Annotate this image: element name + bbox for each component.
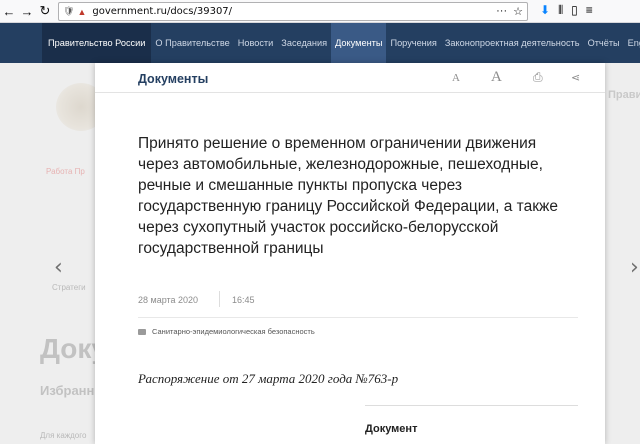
nav-meetings[interactable]: Заседания — [277, 23, 331, 63]
nav-government[interactable]: Правительство России — [42, 23, 152, 63]
section-divider — [138, 317, 578, 318]
download-icon[interactable]: ⬇ — [540, 3, 550, 18]
nav-news[interactable]: Новости — [234, 23, 278, 63]
topic-icon — [138, 328, 146, 335]
bg-left-caption: Стратеги — [52, 283, 86, 292]
browser-toolbar: ← → ↻ 🛡 ▲ government.ru/docs/39307/ ··· … — [0, 0, 640, 23]
share-icon[interactable]: ⋖ — [571, 71, 580, 84]
bg-right-text: Правите — [608, 89, 640, 101]
nav-legislation[interactable]: Законопроектная деятельность — [441, 23, 584, 63]
topic-tag[interactable]: Санитарно-эпидемиологическая безопасност… — [138, 327, 315, 336]
order-title: Распоряжение от 27 марта 2020 года №763-… — [138, 371, 399, 386]
font-increase-button[interactable]: A — [491, 69, 502, 86]
reload-icon[interactable]: ↻ — [36, 2, 54, 20]
chevron-right-icon[interactable]: › — [630, 255, 639, 280]
nav-orders[interactable]: Поручения — [386, 23, 440, 63]
topic-label[interactable]: Санитарно-эпидемиологическая безопасност… — [152, 327, 315, 336]
print-icon[interactable]: ⎙ — [533, 70, 543, 85]
url-text[interactable]: government.ru/docs/39307/ — [92, 6, 232, 17]
chevron-left-icon[interactable]: ‹ — [54, 255, 63, 280]
font-decrease-button[interactable]: A — [452, 72, 460, 84]
document-label: Документ — [365, 423, 418, 435]
tracking-protection-icon[interactable]: 🛡 — [63, 6, 74, 17]
document-heading: Принято решение о временном ограничении … — [138, 135, 558, 257]
nav-documents[interactable]: Документы — [331, 23, 387, 63]
library-icon[interactable]: ⫴ — [558, 3, 563, 18]
nav-english[interactable]: Eng — [624, 23, 640, 63]
modal-header: Документы A A ⎙ ⋖ — [95, 63, 605, 93]
bg-left-link: Работа Пр — [46, 167, 85, 176]
bg-small-text: Для каждого — [40, 431, 87, 440]
document-divider — [365, 405, 578, 406]
page-actions-icon[interactable]: ··· — [496, 5, 507, 18]
back-icon[interactable]: ← — [0, 2, 18, 20]
modal-title: Документы — [138, 72, 209, 86]
menu-icon[interactable]: ≡ — [586, 3, 593, 18]
sidebar-icon[interactable]: ▯ — [571, 3, 578, 18]
site-lock-icon[interactable]: ▲ — [77, 7, 86, 17]
bg-subtitle: Избранн — [40, 383, 95, 398]
nav-reports[interactable]: Отчёты — [584, 23, 624, 63]
document-date: 28 марта 2020 — [138, 295, 199, 305]
document-modal: Документы A A ⎙ ⋖ Принято решение о врем… — [95, 63, 605, 444]
bookmark-star-icon[interactable]: ☆ — [513, 5, 523, 18]
url-bar[interactable]: 🛡 ▲ government.ru/docs/39307/ ··· ☆ — [58, 2, 528, 21]
nav-about[interactable]: О Правительстве — [151, 23, 233, 63]
meta-divider — [219, 291, 220, 307]
document-time: 16:45 — [232, 295, 255, 305]
forward-icon[interactable]: → — [18, 2, 36, 20]
site-navigation: Правительство России О Правительстве Нов… — [0, 23, 640, 63]
